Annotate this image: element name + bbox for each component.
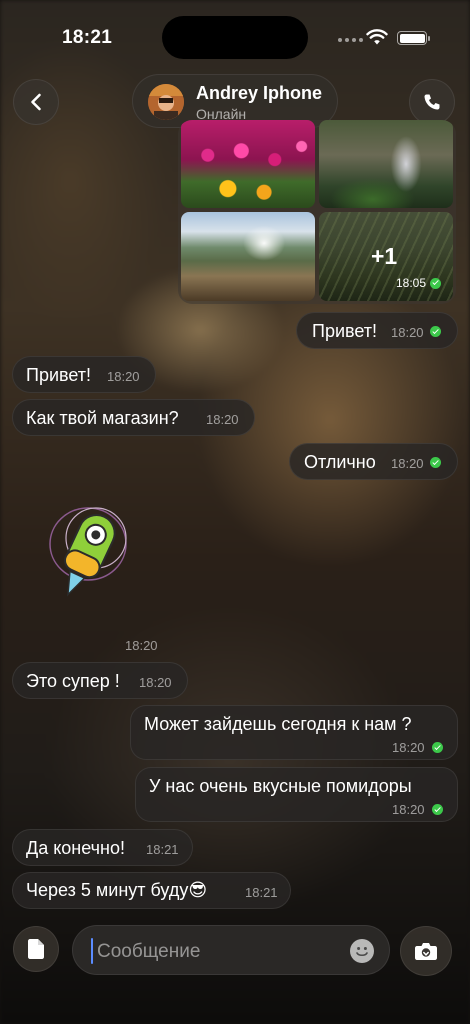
- message-time: 18:20: [392, 802, 425, 817]
- message-input[interactable]: Сообщение: [72, 925, 390, 975]
- cellular-signal-icon: [338, 38, 363, 42]
- phone-icon: [424, 94, 440, 110]
- rocket-sticker[interactable]: [40, 500, 136, 625]
- camera-button[interactable]: [400, 926, 452, 976]
- call-button[interactable]: [409, 79, 455, 125]
- message-bubble-incoming[interactable]: Через 5 минут буду😎 18:21: [12, 872, 291, 909]
- message-time: 18:20: [107, 369, 140, 384]
- message-time: 18:21: [146, 842, 179, 857]
- message-text: Может зайдешь сегодня к нам ?: [144, 714, 412, 734]
- message-text: Через 5 минут буду😎: [26, 880, 208, 900]
- document-icon: [28, 939, 44, 959]
- message-time: 18:20: [392, 740, 425, 755]
- message-input-placeholder: Сообщение: [97, 941, 201, 962]
- message-bubble-incoming[interactable]: Как твой магазин? 18:20: [12, 399, 255, 436]
- message-time: 18:21: [245, 885, 278, 900]
- message-text: Привет!: [312, 321, 378, 341]
- message-text: Привет!: [26, 365, 92, 385]
- message-time: 18:20: [206, 412, 239, 427]
- message-text: Это супер !: [26, 671, 120, 691]
- message-text: Да конечно!: [26, 838, 125, 858]
- message-bubble-incoming[interactable]: Да конечно! 18:21: [12, 829, 193, 866]
- read-check-icon: [430, 457, 441, 468]
- attach-button[interactable]: [13, 926, 59, 972]
- message-bubble-incoming[interactable]: Привет! 18:20: [12, 356, 156, 393]
- message-bubble-outgoing[interactable]: У нас очень вкусные помидоры 18:20: [135, 767, 458, 822]
- photo-flowers[interactable]: [181, 120, 315, 208]
- read-check-icon: [432, 742, 443, 753]
- text-caret: [91, 938, 93, 964]
- more-photos-count: +1: [371, 243, 398, 269]
- avatar[interactable]: [148, 84, 184, 120]
- read-check-icon: [430, 326, 441, 337]
- smiley-icon[interactable]: [350, 939, 374, 963]
- read-check-icon: [432, 804, 443, 815]
- sticker-time: 18:20: [125, 638, 158, 653]
- message-bubble-outgoing[interactable]: Отлично 18:20: [289, 443, 458, 480]
- message-time: 18:20: [391, 325, 424, 340]
- wifi-icon: [366, 29, 388, 45]
- status-time: 18:21: [62, 27, 113, 48]
- photo-grass-more[interactable]: +1 18:05: [319, 212, 453, 301]
- dynamic-island: [162, 16, 308, 59]
- photo-waterfall-cliff[interactable]: [319, 120, 453, 208]
- message-bubble-incoming[interactable]: Это супер ! 18:20: [12, 662, 188, 699]
- photo-waterfall-river[interactable]: [181, 212, 315, 301]
- message-text: Отлично: [304, 452, 376, 472]
- back-button[interactable]: [13, 79, 59, 125]
- read-check-icon: [430, 277, 442, 289]
- contact-name: Andrey Iphone: [196, 83, 323, 103]
- photo-album-message[interactable]: +1 18:05: [178, 120, 456, 304]
- photo-album-time: 18:05: [396, 276, 442, 290]
- message-text: Как твой магазин?: [26, 408, 179, 428]
- message-time: 18:20: [139, 675, 172, 690]
- message-bubble-outgoing[interactable]: Привет! 18:20: [296, 312, 458, 349]
- message-text: У нас очень вкусные помидоры: [149, 776, 412, 796]
- camera-icon: [415, 943, 437, 960]
- message-time: 18:20: [391, 456, 424, 471]
- chevron-left-icon: [31, 93, 41, 111]
- battery-icon: [397, 31, 430, 45]
- message-bubble-outgoing[interactable]: Может зайдешь сегодня к нам ? 18:20: [130, 705, 458, 760]
